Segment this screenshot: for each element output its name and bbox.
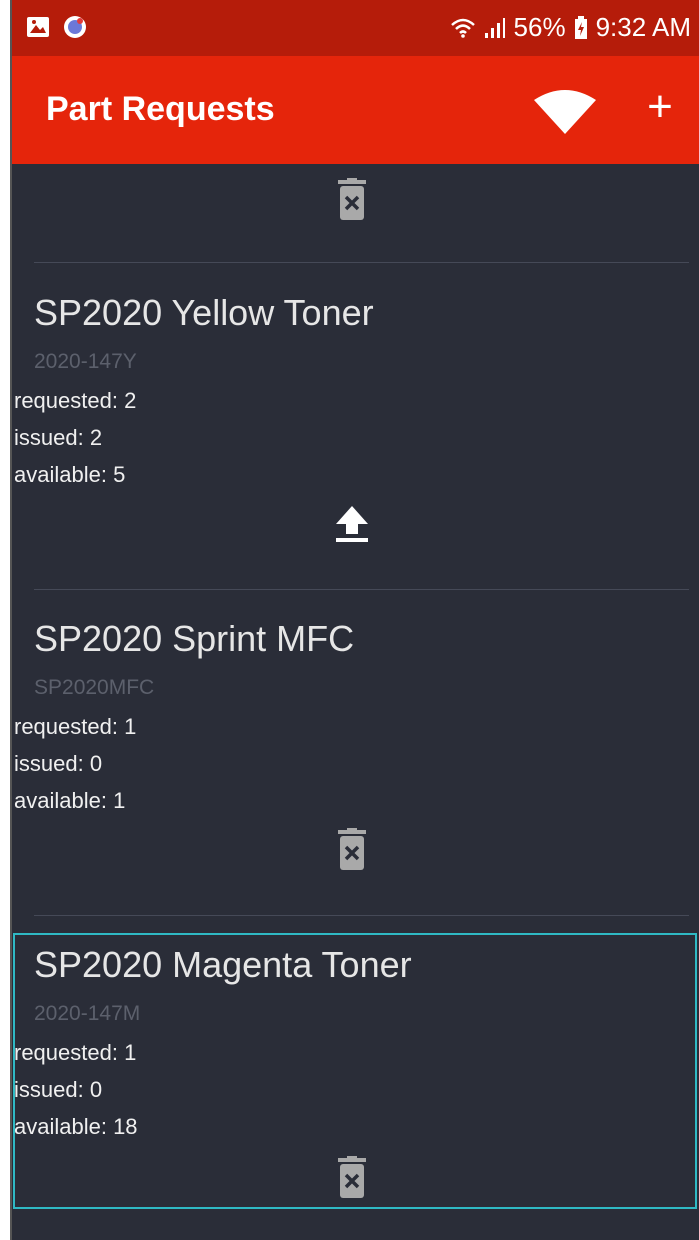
requested-count: requested: 1 bbox=[14, 714, 137, 739]
upload-button[interactable] bbox=[334, 502, 370, 546]
clock: 9:32 AM bbox=[595, 12, 691, 42]
status-bar: 56% 9:32 AM bbox=[12, 0, 699, 56]
trash-icon bbox=[338, 828, 366, 870]
requested-count: requested: 2 bbox=[14, 388, 137, 413]
delete-button[interactable] bbox=[334, 178, 370, 222]
part-code: 2020-147Y bbox=[34, 350, 137, 373]
list-item bbox=[12, 164, 699, 264]
divider bbox=[34, 262, 689, 263]
selection-highlight bbox=[13, 933, 697, 1209]
phone-screen: 56% 9:32 AM Part Requests + SP2020 Yello… bbox=[12, 0, 699, 1240]
page-title: Part Requests bbox=[46, 90, 275, 128]
battery-icon bbox=[574, 15, 587, 39]
sync-button[interactable] bbox=[532, 86, 598, 136]
battery-percent: 56% bbox=[513, 12, 566, 42]
delete-button[interactable] bbox=[334, 828, 370, 872]
add-button[interactable]: + bbox=[640, 82, 680, 132]
signal-icon bbox=[484, 17, 505, 38]
part-name: SP2020 Sprint MFC bbox=[34, 618, 355, 659]
image-icon bbox=[27, 17, 49, 37]
wifi-icon bbox=[534, 90, 596, 134]
issued-count: issued: 0 bbox=[14, 751, 103, 776]
wifi-icon bbox=[450, 18, 475, 38]
app-bar: Part Requests + bbox=[12, 56, 699, 164]
available-count: available: 1 bbox=[14, 788, 126, 813]
part-name: SP2020 Yellow Toner bbox=[34, 292, 374, 333]
messenger-icon bbox=[64, 16, 86, 38]
list-item[interactable]: SP2020 Sprint MFC SP2020MFC requested: 1… bbox=[12, 590, 699, 916]
issued-count: issued: 2 bbox=[14, 425, 103, 450]
available-count: available: 5 bbox=[14, 462, 126, 487]
upload-icon bbox=[336, 506, 368, 542]
list-item[interactable]: SP2020 Yellow Toner 2020-147Y requested:… bbox=[12, 264, 699, 590]
trash-icon bbox=[338, 178, 366, 220]
part-code: SP2020MFC bbox=[34, 676, 155, 699]
